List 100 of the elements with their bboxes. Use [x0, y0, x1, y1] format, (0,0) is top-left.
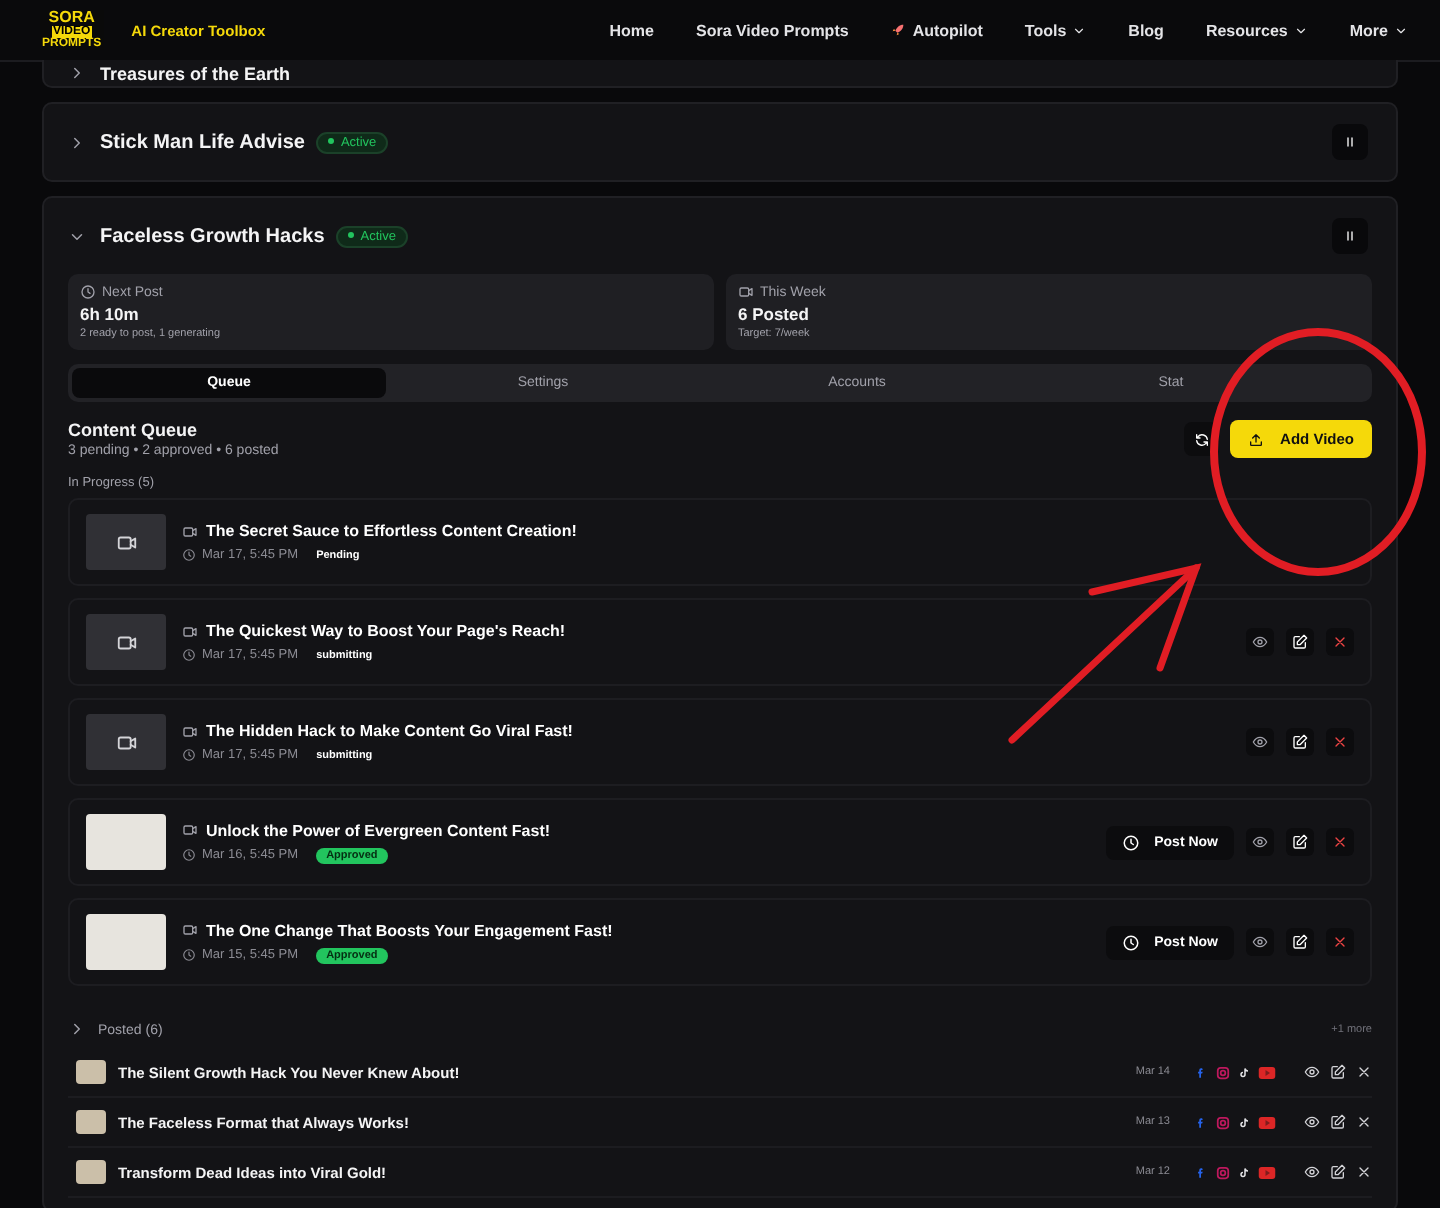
eye-icon — [1252, 934, 1268, 950]
video-title: Unlock the Power of Evergreen Content Fast! — [206, 821, 551, 839]
video-title: The Hidden Hack to Make Content Go Viral Fast! — [206, 722, 573, 740]
pause-button[interactable] — [1332, 218, 1368, 254]
edit-icon — [1330, 1064, 1346, 1080]
section-title: Content Queue — [68, 420, 199, 440]
eye-icon — [1252, 634, 1268, 650]
clock-icon — [182, 748, 196, 762]
upload-icon — [1248, 431, 1265, 447]
chevron-right-icon — [68, 1020, 86, 1038]
video-camera-icon — [182, 822, 198, 838]
nav-link[interactable]: More — [1349, 21, 1408, 39]
clock-icon — [182, 948, 196, 962]
edit-icon — [1330, 1164, 1346, 1180]
video-camera-icon — [115, 531, 137, 553]
refresh-icon — [1193, 431, 1210, 447]
edit-button[interactable] — [1286, 728, 1314, 756]
nav-link[interactable]: Tools — [1024, 21, 1087, 39]
photo-placeholder — [76, 1160, 106, 1184]
view-button[interactable] — [1246, 928, 1274, 956]
stat-value: 6h 10m — [80, 304, 141, 324]
clock-icon — [182, 648, 196, 662]
clock-icon — [182, 848, 196, 862]
close-icon — [1356, 1064, 1372, 1080]
caret-down-icon — [1072, 23, 1087, 37]
stat-value: 6 Posted — [738, 304, 811, 324]
caret-down-icon — [1293, 23, 1308, 37]
campaign-title: Faceless Growth Hacks — [100, 225, 325, 247]
edit-button[interactable] — [1330, 1114, 1346, 1130]
close-icon — [1332, 834, 1348, 850]
clock-icon — [1122, 933, 1141, 951]
eye-icon — [1304, 1064, 1320, 1080]
view-button[interactable] — [1304, 1114, 1320, 1130]
photo-placeholder — [86, 814, 166, 870]
video-camera-icon — [182, 523, 198, 539]
view-button[interactable] — [1246, 728, 1274, 756]
youtube-icon — [1258, 1165, 1276, 1179]
pause-icon — [1342, 228, 1358, 244]
facebook-icon — [1194, 1115, 1208, 1129]
delete-button[interactable] — [1356, 1064, 1372, 1080]
nav-link[interactable]: Resources — [1205, 21, 1308, 39]
rocket-icon — [890, 22, 907, 38]
photo-placeholder — [76, 1110, 106, 1134]
tiktok-icon — [1238, 1165, 1250, 1179]
photo-placeholder — [86, 914, 166, 970]
video-camera-icon — [182, 922, 198, 938]
eye-icon — [1252, 834, 1268, 850]
video-title: The Secret Sauce to Effortless Content Creation! — [206, 522, 577, 540]
nav-link[interactable]: Autopilot — [890, 21, 983, 39]
view-button[interactable] — [1246, 628, 1274, 656]
edit-button[interactable] — [1286, 928, 1314, 956]
video-camera-icon — [182, 723, 198, 739]
photo-placeholder — [76, 1060, 106, 1084]
view-button[interactable] — [1246, 828, 1274, 856]
view-button[interactable] — [1304, 1064, 1320, 1080]
video-camera-icon — [182, 623, 198, 639]
youtube-icon — [1258, 1065, 1276, 1079]
nav-link[interactable]: Home — [609, 21, 654, 39]
edit-button[interactable] — [1286, 628, 1314, 656]
close-icon — [1356, 1164, 1372, 1180]
tiktok-icon — [1238, 1065, 1250, 1079]
caret-down-icon — [1394, 23, 1408, 37]
edit-icon — [1292, 834, 1308, 850]
edit-icon — [1292, 734, 1308, 750]
close-icon — [1332, 734, 1348, 750]
edit-icon — [1330, 1114, 1346, 1130]
edit-button[interactable] — [1286, 828, 1314, 856]
pause-icon — [1342, 134, 1358, 150]
delete-button[interactable] — [1356, 1164, 1372, 1180]
facebook-icon — [1194, 1065, 1208, 1079]
facebook-icon — [1194, 1165, 1208, 1179]
clock-icon — [1122, 833, 1141, 851]
eye-icon — [1252, 734, 1268, 750]
edit-button[interactable] — [1330, 1164, 1346, 1180]
instagram-icon — [1216, 1165, 1230, 1179]
tiktok-icon — [1238, 1115, 1250, 1129]
edit-button[interactable] — [1330, 1064, 1346, 1080]
video-camera-icon — [738, 284, 754, 300]
view-button[interactable] — [1304, 1164, 1320, 1180]
campaign-title: Treasures of the Earth — [100, 63, 291, 83]
close-icon — [1332, 934, 1348, 950]
pause-button[interactable] — [1332, 124, 1368, 160]
nav-link[interactable]: Sora Video Prompts — [695, 21, 849, 39]
instagram-icon — [1216, 1115, 1230, 1129]
instagram-icon — [1216, 1065, 1230, 1079]
delete-button[interactable] — [1356, 1114, 1372, 1130]
edit-icon — [1292, 934, 1308, 950]
edit-icon — [1292, 634, 1308, 650]
eye-icon — [1304, 1164, 1320, 1180]
video-camera-icon — [115, 731, 137, 753]
video-title: The Quickest Way to Boost Your Page's Reach! — [206, 622, 566, 640]
clock-icon — [182, 548, 196, 562]
clock-icon — [80, 284, 96, 300]
campaign-title: Stick Man Life Advise — [100, 131, 305, 153]
video-camera-icon — [115, 631, 137, 653]
youtube-icon — [1258, 1115, 1276, 1129]
nav-link[interactable]: Blog — [1128, 21, 1164, 39]
video-title: The One Change That Boosts Your Engagement Fast! — [206, 921, 613, 939]
close-icon — [1356, 1114, 1372, 1130]
eye-icon — [1304, 1114, 1320, 1130]
